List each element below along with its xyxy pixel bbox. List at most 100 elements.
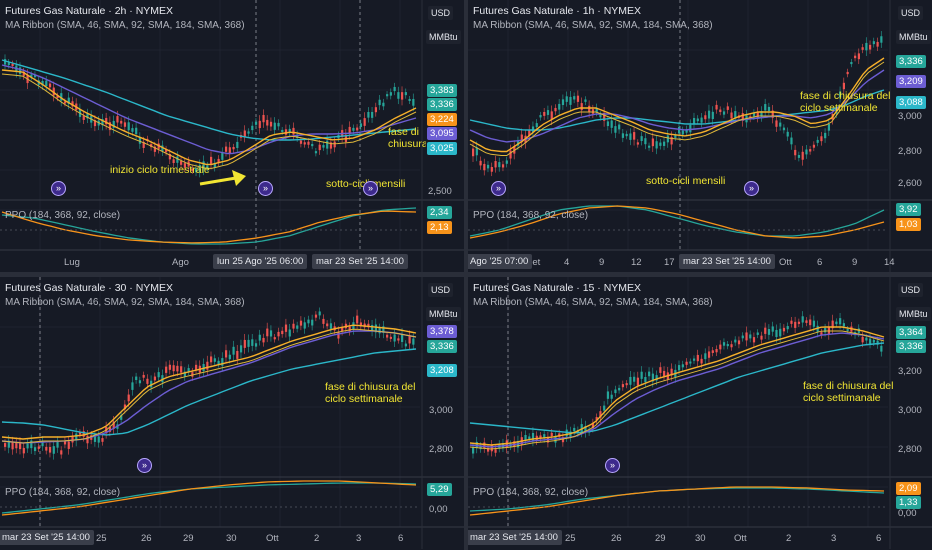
candle-body xyxy=(303,322,306,329)
replay-marker-icon[interactable]: » xyxy=(363,181,378,196)
candle-body xyxy=(378,99,381,106)
candle-body xyxy=(576,95,580,102)
candle-body xyxy=(4,443,7,447)
replay-marker-icon[interactable]: » xyxy=(137,458,152,473)
candle-body xyxy=(217,360,220,365)
price-scale-label: 2,500 xyxy=(428,186,452,197)
currency-label[interactable]: USD xyxy=(428,283,454,297)
candle-body xyxy=(299,140,303,144)
crosshair-time-badge: Ago '25 07:00 xyxy=(468,254,533,269)
replay-marker-icon[interactable]: » xyxy=(744,181,759,196)
price-tag: 3,336 xyxy=(427,340,457,353)
candle-body xyxy=(389,92,392,96)
candle-body xyxy=(232,346,235,355)
candle-body xyxy=(824,132,827,139)
candle-body xyxy=(614,126,617,133)
candle-body xyxy=(797,155,801,158)
currency-label[interactable]: USD xyxy=(898,283,924,297)
candle-body xyxy=(258,334,261,341)
candle-body xyxy=(625,133,628,137)
candle-body xyxy=(857,53,860,60)
candle-body xyxy=(472,148,475,157)
unit-label[interactable]: MMBtu xyxy=(896,307,931,321)
candle-body xyxy=(767,106,771,112)
candle-body xyxy=(11,442,14,450)
candle-body xyxy=(251,339,254,346)
candle-body xyxy=(711,111,714,120)
time-axis-label: 29 xyxy=(183,533,194,544)
ppo-tag: 2,13 xyxy=(427,221,452,234)
indicator-legend: MA Ribbon (SMA, 46, SMA, 92, SMA, 184, S… xyxy=(473,20,713,31)
chart-panel-30m[interactable]: Futures Gas Naturale · 30 · NYMEX MA Rib… xyxy=(0,277,464,550)
annotation-closing-phase: fase di chiusura del ciclo xyxy=(388,126,426,150)
candle-body xyxy=(401,334,404,342)
candle-body xyxy=(138,380,142,384)
candle-body xyxy=(490,445,493,452)
candle-body xyxy=(621,133,625,138)
candle-body xyxy=(846,328,849,331)
candle-body xyxy=(775,120,778,127)
unit-label[interactable]: MMBtu xyxy=(426,30,461,44)
currency-label[interactable]: USD xyxy=(898,6,924,20)
candle-body xyxy=(659,142,662,146)
candle-body xyxy=(704,353,707,360)
chart-panel-1h[interactable]: Futures Gas Naturale · 1h · NYMEX MA Rib… xyxy=(468,0,932,272)
candle-body xyxy=(561,99,565,106)
candle-body xyxy=(135,376,138,381)
candle-body xyxy=(168,364,171,370)
price-chart-30m[interactable] xyxy=(0,277,464,550)
candle-body xyxy=(625,383,628,386)
candle-body xyxy=(221,152,224,160)
candle-body xyxy=(827,123,831,131)
candle-body xyxy=(26,443,29,449)
candle-body xyxy=(296,325,299,329)
candle-body xyxy=(329,323,333,329)
currency-label[interactable]: USD xyxy=(428,6,454,20)
candle-body xyxy=(48,447,52,453)
candle-body xyxy=(311,319,314,326)
price-tag: 3,383 xyxy=(427,84,457,97)
candle-body xyxy=(707,110,711,119)
time-axis-label: 14 xyxy=(884,257,895,268)
candle-body xyxy=(48,83,52,88)
candle-body xyxy=(786,131,789,137)
candle-body xyxy=(356,315,359,324)
candle-body xyxy=(176,156,179,163)
replay-marker-icon[interactable]: » xyxy=(491,181,506,196)
price-scale-label: 2,800 xyxy=(898,444,922,455)
candle-body xyxy=(655,141,658,149)
candle-body xyxy=(767,329,771,335)
ppo-tag: 2,09 xyxy=(896,482,921,495)
crosshair-time-badge: mar 23 Set '25 14:00 xyxy=(0,530,94,545)
replay-marker-icon[interactable]: » xyxy=(605,458,620,473)
candle-body xyxy=(865,42,868,51)
price-chart-1h[interactable] xyxy=(468,0,932,272)
candle-body xyxy=(869,44,872,50)
candle-body xyxy=(82,115,85,120)
chart-panel-2h[interactable]: Futures Gas Naturale · 2h · NYMEX MA Rib… xyxy=(0,0,464,272)
ppo-scale-label: 0,00 xyxy=(898,508,917,519)
candle-body xyxy=(374,107,377,113)
candle-body xyxy=(45,446,48,451)
time-axis-label: 2 xyxy=(786,533,792,544)
candle-body xyxy=(726,344,729,347)
candle-body xyxy=(322,318,325,324)
candle-body xyxy=(363,118,366,126)
replay-marker-icon[interactable]: » xyxy=(51,181,66,196)
candle-body xyxy=(719,109,722,113)
unit-label[interactable]: MMBtu xyxy=(426,307,461,321)
chart-panel-15m[interactable]: Futures Gas Naturale · 15 · NYMEX MA Rib… xyxy=(468,277,932,550)
candle-body xyxy=(782,327,786,332)
candle-body xyxy=(326,323,329,327)
replay-marker-icon[interactable]: » xyxy=(258,181,273,196)
panel-divider-horizontal[interactable] xyxy=(0,272,932,277)
unit-label[interactable]: MMBtu xyxy=(896,30,931,44)
candle-body xyxy=(666,135,669,143)
indicator-legend: MA Ribbon (SMA, 46, SMA, 92, SMA, 184, S… xyxy=(473,297,713,308)
candle-body xyxy=(404,343,407,347)
time-axis-label: 26 xyxy=(611,533,622,544)
candle-body xyxy=(52,446,55,454)
price-chart-15m[interactable] xyxy=(468,277,932,550)
candle-body xyxy=(33,447,37,452)
candle-body xyxy=(277,122,280,127)
